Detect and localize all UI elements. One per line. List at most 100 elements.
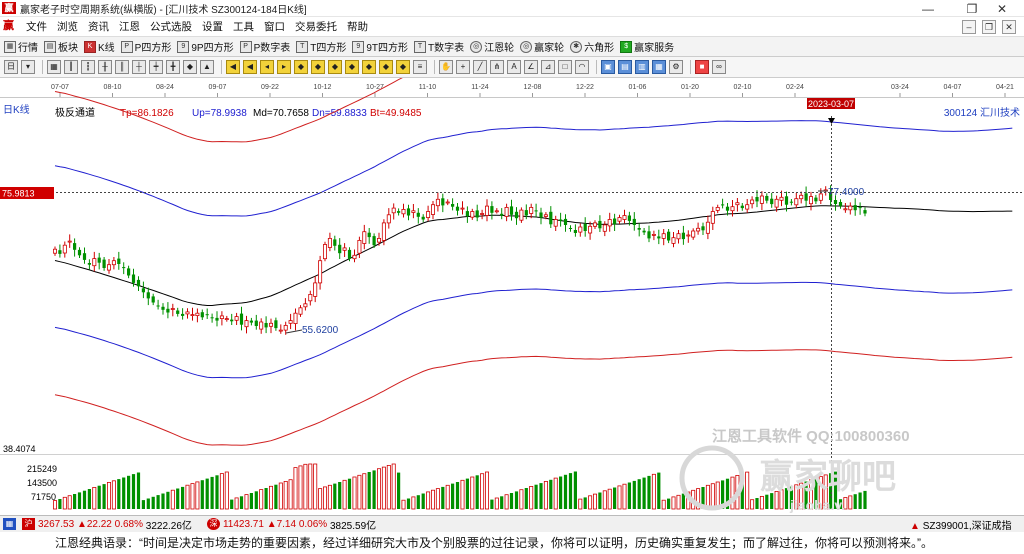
toolbar-9p-square-button[interactable]: 9 9P四方形 <box>177 39 234 54</box>
save-tool-icon[interactable]: ▤ <box>618 60 632 74</box>
volume-bar-down <box>347 478 352 509</box>
candle-down <box>122 267 126 269</box>
menu-window[interactable]: 窗口 <box>259 19 290 34</box>
volume-bar-up <box>107 481 112 510</box>
level-tool-icon[interactable]: ┿ <box>149 60 163 74</box>
menu-formula[interactable]: 公式选股 <box>145 19 197 34</box>
market-list-icon[interactable]: ▦ <box>3 518 16 530</box>
arc-tool-icon[interactable]: ◠ <box>575 60 589 74</box>
settings-tool-icon[interactable]: ⚙ <box>669 60 683 74</box>
volume-bar-down <box>249 493 253 509</box>
text-tool-icon[interactable]: A <box>507 60 521 74</box>
volume-bar-up <box>651 473 656 510</box>
diamond-tool-6-icon[interactable]: ◆ <box>379 60 393 74</box>
toolbar-kline-button[interactable]: K K线 <box>84 39 115 54</box>
candle-up <box>411 210 416 213</box>
menu-settings[interactable]: 设置 <box>197 19 228 34</box>
mdi-restore-button[interactable]: ❐ <box>982 20 996 34</box>
hgrid-tool-icon[interactable]: ≡ <box>413 60 427 74</box>
angle-tool-icon[interactable]: ∠ <box>524 60 538 74</box>
volume-bar-up <box>278 482 283 510</box>
kline-chart-svg[interactable]: 07-07 08-10 08-24 09-07 09-22 10-12 10-27 11-10… <box>0 78 1024 515</box>
next-bar-icon[interactable]: ▸ <box>277 60 291 74</box>
toolbar-winner-wheel-button[interactable]: ◎ 赢家轮 <box>520 39 564 54</box>
volume-bar-up <box>244 494 249 510</box>
marker-tool-icon[interactable]: ◆ <box>183 60 197 74</box>
mdi-minimize-button[interactable]: – <box>962 20 976 34</box>
volume-bar-down <box>613 487 617 509</box>
prev-bar-icon[interactable]: ◂ <box>260 60 274 74</box>
menu-trade[interactable]: 交易委托 <box>290 19 342 34</box>
candle-tool-icon[interactable]: ┃ <box>64 60 78 74</box>
menu-gann[interactable]: 江恩 <box>114 19 145 34</box>
toolbar-p-table-button[interactable]: P P数字表 <box>239 39 290 54</box>
close-button[interactable]: ✕ <box>980 0 1024 17</box>
candle-down <box>87 263 91 265</box>
kline-chart[interactable]: 07-07 08-10 08-24 09-07 09-22 10-12 10-27 11-10… <box>0 78 1024 515</box>
volume-bar-down <box>181 486 185 509</box>
box-tool-icon[interactable]: □ <box>558 60 572 74</box>
candle-up <box>268 322 273 327</box>
diamond-tool-icon[interactable]: ◆ <box>294 60 308 74</box>
volume-bar-down <box>549 479 553 509</box>
trend-tool-icon[interactable]: ╱ <box>473 60 487 74</box>
price-tool-icon[interactable]: ╋ <box>166 60 180 74</box>
link-tool-icon[interactable]: ∞ <box>712 60 726 74</box>
minimize-button[interactable]: — <box>906 0 950 17</box>
candle-up <box>519 209 524 221</box>
export-tool-icon[interactable]: ▦ <box>652 60 666 74</box>
hand-tool-icon[interactable]: ✋ <box>439 60 453 74</box>
menu-tools[interactable]: 工具 <box>228 19 259 34</box>
toolbar-p-square-button[interactable]: P P四方形 <box>120 39 171 54</box>
volume-tick-low: 71750 <box>31 492 56 502</box>
volume-bar-down <box>77 492 82 509</box>
fan-tool-icon[interactable]: ⊿ <box>541 60 555 74</box>
grid-tool-icon[interactable]: ▦ <box>47 60 61 74</box>
stop-tool-icon[interactable]: ■ <box>695 60 709 74</box>
toolbar-sector-button[interactable]: ▤ 板块 <box>44 39 78 54</box>
volume-bar-up <box>617 485 622 510</box>
toolbar-t-table-button[interactable]: T T数字表 <box>414 39 464 54</box>
menu-help[interactable]: 帮助 <box>342 19 373 34</box>
candle-down <box>210 317 214 319</box>
toolbar-9t-square-button[interactable]: 9 9T四方形 <box>352 39 408 54</box>
crosshair-tool-icon[interactable]: + <box>456 60 470 74</box>
sh-index-amount: 3222.26亿 <box>145 520 192 532</box>
cursor-tool-icon[interactable]: ▲ <box>200 60 214 74</box>
diamond-tool-7-icon[interactable]: ◆ <box>396 60 410 74</box>
candle-down <box>632 218 636 225</box>
cross-tool-icon[interactable]: ┼ <box>132 60 146 74</box>
toolbar-divider <box>221 60 222 74</box>
candle-up <box>430 204 435 215</box>
layout-tool-icon[interactable]: ▣ <box>601 60 615 74</box>
period-icon[interactable]: 日 <box>4 60 18 74</box>
diamond-tool-5-icon[interactable]: ◆ <box>362 60 376 74</box>
candle-up <box>480 213 485 215</box>
menu-info[interactable]: 资讯 <box>83 19 114 34</box>
menu-file[interactable]: 文件 <box>21 19 52 34</box>
candle-down <box>58 250 62 254</box>
toolbar-service-button[interactable]: $ 赢家服务 <box>620 39 674 54</box>
print-tool-icon[interactable]: ▥ <box>635 60 649 74</box>
fork-tool-icon[interactable]: ⋔ <box>490 60 504 74</box>
line-tool-icon[interactable]: ╫ <box>98 60 112 74</box>
candle-down <box>406 208 411 216</box>
diamond-tool-2-icon[interactable]: ◆ <box>311 60 325 74</box>
zoom-icon[interactable]: ▾ <box>21 60 35 74</box>
candle-up <box>799 194 804 200</box>
toolbar-t-square-button[interactable]: T T四方形 <box>296 39 346 54</box>
mdi-close-button[interactable]: ✕ <box>1002 20 1016 34</box>
diamond-tool-4-icon[interactable]: ◆ <box>345 60 359 74</box>
toolbar-hexagon-button[interactable]: ✱ 六角形 <box>570 39 614 54</box>
sz-index-value: 11423.71 <box>222 518 264 530</box>
bars-tool-icon[interactable]: ║ <box>115 60 129 74</box>
prev-page-icon[interactable]: ◀ <box>243 60 257 74</box>
candle-up <box>671 237 676 244</box>
first-bar-icon[interactable]: ◀ <box>226 60 240 74</box>
toolbar-gann-wheel-button[interactable]: ◎ 江恩轮 <box>470 39 514 54</box>
toolbar-quotes-button[interactable]: ▦ 行情 <box>4 39 38 54</box>
bar-tool-icon[interactable]: ┇ <box>81 60 95 74</box>
candle-up <box>357 239 362 254</box>
diamond-tool-3-icon[interactable]: ◆ <box>328 60 342 74</box>
menu-browse[interactable]: 浏览 <box>52 19 83 34</box>
